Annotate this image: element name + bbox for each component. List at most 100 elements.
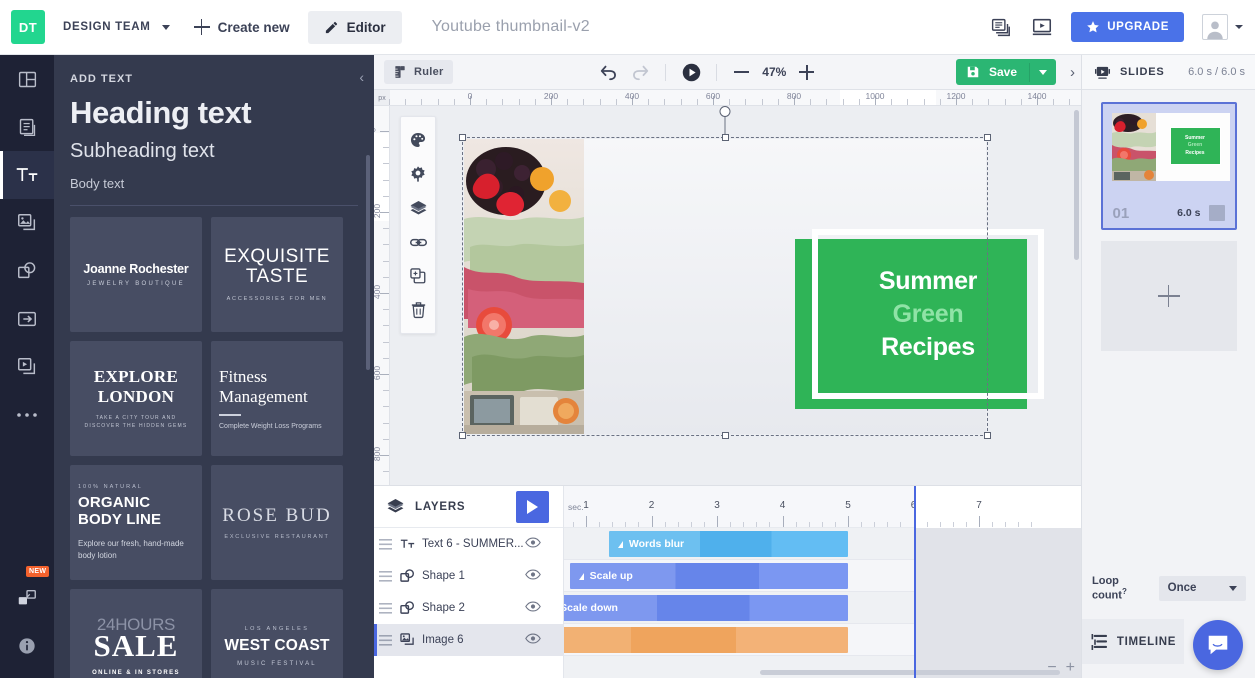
timeline-animation-bar[interactable]: Scale up <box>569 563 848 589</box>
layout-icon <box>18 71 36 87</box>
timeline-tracks[interactable]: Words blur Scale up Scale down Slide up − + <box>564 528 1081 678</box>
arrange-layers-button[interactable] <box>401 191 435 225</box>
ruler-toggle-button[interactable]: Ruler <box>384 60 453 84</box>
chevron-left-icon[interactable]: ‹ <box>359 69 364 85</box>
text-template-item[interactable]: EXQUISITE TASTE ACCESSORIES FOR MEN <box>211 217 343 332</box>
text-template-item[interactable]: 24HOURS SALE ONLINE & IN STORES <box>70 589 202 678</box>
team-name[interactable]: DESIGN TEAM <box>63 21 151 33</box>
fruit-photo-icon <box>464 139 584 434</box>
artboard[interactable]: Summer Green Recipes <box>464 139 1044 434</box>
add-slide-button[interactable] <box>1100 241 1237 351</box>
canvas-area[interactable]: Summer Green Recipes <box>390 106 1081 485</box>
ruler-minor-tick <box>1020 99 1022 105</box>
text-template-item[interactable]: Joanne Rochester JEWELRY BOUTIQUE <box>70 217 202 332</box>
preset-heading[interactable]: Heading text <box>70 95 358 131</box>
timeline-zoom-in-button[interactable]: + <box>1066 659 1075 677</box>
layer-row-image-6[interactable]: Image 6 <box>374 624 563 656</box>
photo-layer[interactable] <box>464 139 584 434</box>
delete-button[interactable] <box>401 293 435 327</box>
sidebar-item-info[interactable] <box>0 622 54 670</box>
preset-subheading[interactable]: Subheading text <box>70 140 358 163</box>
redo-button[interactable] <box>626 59 654 85</box>
horizontal-ruler[interactable]: px 0 200 400 600 800 1000 1200 1400 <box>374 90 1081 106</box>
save-dropdown-button[interactable] <box>1029 62 1056 82</box>
link-button[interactable] <box>401 225 435 259</box>
slide-options-button[interactable] <box>1208 205 1225 221</box>
chevron-down-icon[interactable] <box>161 24 170 30</box>
help-icon[interactable]: ? <box>1122 587 1127 596</box>
zoom-in-button[interactable] <box>799 64 815 80</box>
timeline-ruler[interactable]: sec. 1234567 <box>564 486 1081 528</box>
upgrade-button[interactable]: UPGRADE <box>1071 12 1184 42</box>
text-template-item[interactable]: EXPLORE LONDON TAKE A CITY TOUR AND DISC… <box>70 341 202 456</box>
vertical-ruler[interactable]: 0 200 400 600 800 <box>374 106 390 485</box>
text-template-item[interactable]: LOS ANGELES WEST COAST MUSIC FESTIVAL <box>211 589 343 678</box>
timeline-scrollbar[interactable] <box>760 670 1060 675</box>
timeline-toggle-button[interactable]: TIMELINE <box>1082 619 1184 664</box>
panel-scrollbar[interactable] <box>366 155 370 370</box>
undo-button[interactable] <box>594 59 622 85</box>
tab-editor[interactable]: Editor <box>307 10 402 44</box>
text-template-item[interactable]: ROSE BUD EXCLUSIVE RESTAURANT <box>211 465 343 580</box>
timeline-panel[interactable]: sec. 1234567 Words blur Scale up Scale dow… <box>564 486 1081 678</box>
timeline-button-label: TIMELINE <box>1116 635 1177 648</box>
zoom-out-button[interactable] <box>734 65 750 80</box>
slide-duration[interactable]: 6.0 s <box>1177 207 1200 219</box>
canvas-scrollbar[interactable] <box>1074 110 1079 260</box>
color-palette-button[interactable] <box>401 123 435 157</box>
support-chat-button[interactable] <box>1193 620 1243 670</box>
chat-bubble-icon <box>1208 635 1228 655</box>
loop-count-select[interactable]: Once <box>1158 575 1246 601</box>
sidebar-item-layout[interactable] <box>0 55 54 103</box>
drag-handle-icon[interactable] <box>374 538 396 550</box>
layer-row-shape-2[interactable]: Shape 2 <box>374 592 563 624</box>
sidebar-item-more[interactable] <box>0 391 54 439</box>
eye-icon[interactable] <box>525 569 541 583</box>
drag-handle-icon[interactable] <box>374 570 396 582</box>
toolbar-separator <box>665 63 667 81</box>
create-new-button[interactable]: Create new <box>193 19 290 35</box>
text-template-item[interactable]: 100% NATURAL ORGANIC BODY LINE Explore o… <box>70 465 202 580</box>
ruler-tick-label: 200 <box>543 91 559 101</box>
rotation-handle[interactable] <box>719 106 731 117</box>
timeline-minor-tick <box>690 522 692 527</box>
sidebar-item-document[interactable] <box>0 103 54 151</box>
sidebar-item-video[interactable] <box>0 343 54 391</box>
timeline-play-button[interactable] <box>516 491 549 523</box>
drag-handle-icon[interactable] <box>374 602 396 614</box>
sidebar-item-images[interactable] <box>0 199 54 247</box>
document-title[interactable]: Youtube thumbnail-v2 <box>432 18 590 36</box>
preview-play-button[interactable] <box>677 59 705 85</box>
timeline-playhead[interactable] <box>913 486 916 678</box>
eye-icon[interactable] <box>525 601 541 615</box>
workspace-logo[interactable]: DT <box>11 10 45 44</box>
present-button[interactable] <box>1021 8 1063 46</box>
sidebar-item-text[interactable] <box>0 151 54 199</box>
timeline-minor-tick <box>926 522 928 527</box>
layer-row-shape-1[interactable]: Shape 1 <box>374 560 563 592</box>
object-settings-button[interactable] <box>401 157 435 191</box>
timeline-animation-bar[interactable]: Slide up <box>564 627 848 653</box>
layer-row-text[interactable]: Text 6 - SUMMER... <box>374 528 563 560</box>
timeline-animation-bar[interactable]: Words blur <box>608 531 848 557</box>
drag-handle-icon[interactable] <box>374 634 396 646</box>
eye-icon[interactable] <box>525 537 541 551</box>
timeline-tick <box>848 516 849 527</box>
preset-body[interactable]: Body text <box>70 176 358 191</box>
duplicate-button[interactable] <box>401 259 435 293</box>
chevron-down-icon[interactable] <box>1235 25 1243 29</box>
canvas-text-block[interactable]: Summer Green Recipes <box>812 229 1044 399</box>
text-template-item[interactable]: Fitness Management Complete Weight Loss … <box>211 341 343 456</box>
sidebar-item-shapes[interactable] <box>0 247 54 295</box>
sidebar-item-transition[interactable] <box>0 295 54 343</box>
timeline-zoom-out-button[interactable]: − <box>1047 659 1056 677</box>
account-menu[interactable] <box>1202 14 1243 40</box>
comments-button[interactable] <box>979 8 1021 46</box>
sidebar-item-new-feature[interactable]: NEW <box>0 566 54 622</box>
timeline-animation-bar[interactable]: Scale down <box>564 595 848 621</box>
save-button[interactable]: Save <box>955 59 1056 85</box>
expand-panel-button[interactable]: › <box>1070 64 1075 81</box>
eye-icon[interactable] <box>525 633 541 647</box>
loop-count-label: Loop count? <box>1092 574 1127 602</box>
slide-thumbnail-card[interactable]: Summer Green Recipes 01 6.0 s <box>1100 102 1237 230</box>
